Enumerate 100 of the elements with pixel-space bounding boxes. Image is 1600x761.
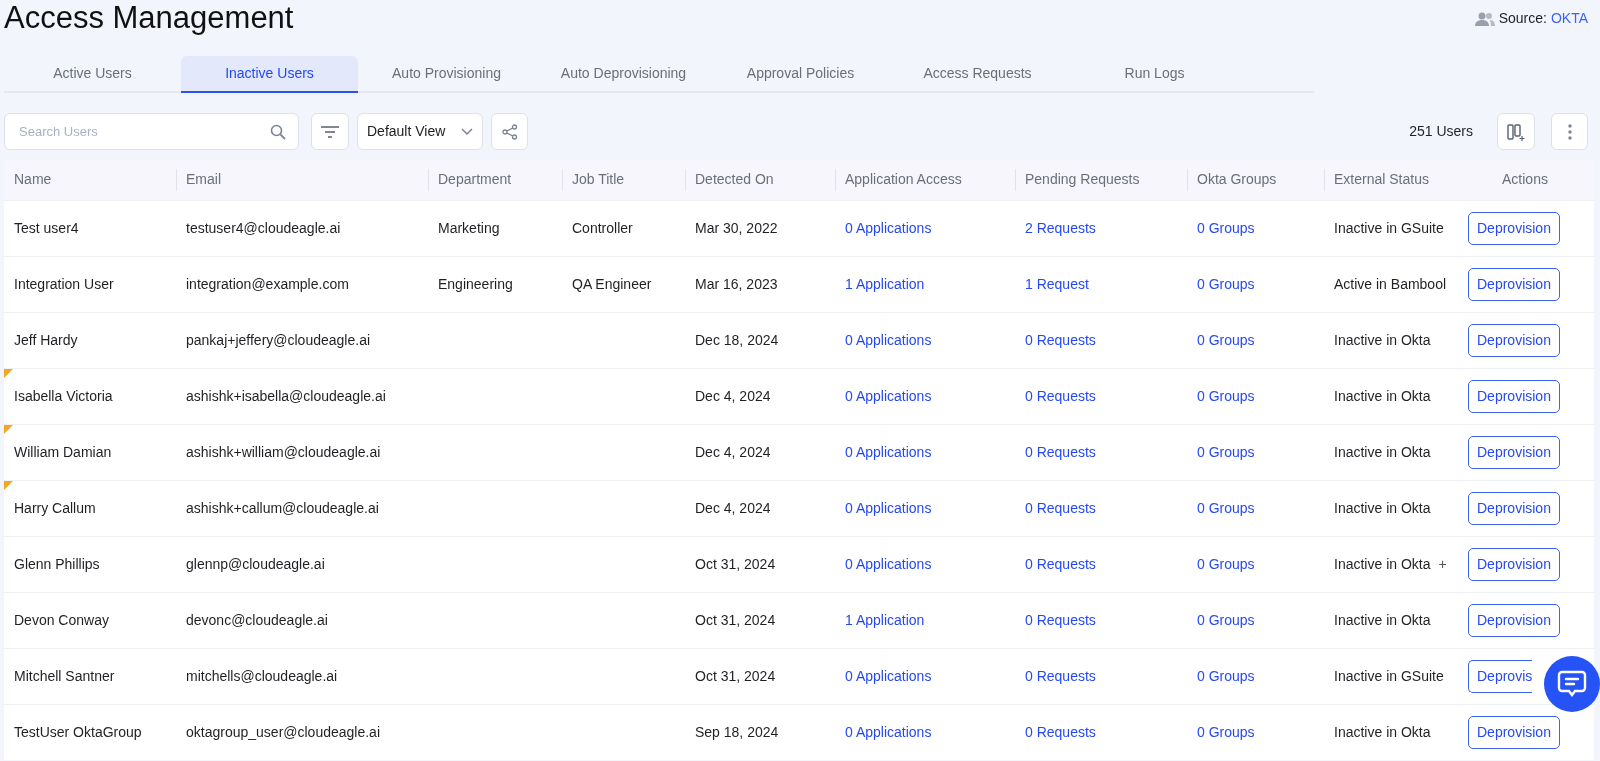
filter-icon [321, 125, 339, 138]
groups-link[interactable]: 0 Groups [1197, 723, 1255, 740]
column-header: External Status [1334, 171, 1429, 188]
applications-link[interactable]: 0 Applications [845, 667, 932, 684]
deprovision-button[interactable]: Deprovision [1468, 547, 1560, 581]
table-cell: Inactive in Okta [1334, 723, 1431, 740]
tab[interactable]: Access Requests [889, 56, 1066, 93]
applications-link[interactable]: 0 Applications [845, 555, 932, 572]
columns-icon [1507, 122, 1525, 141]
tab[interactable]: Approval Policies [712, 56, 889, 93]
more-indicator: + [1438, 555, 1447, 572]
tab[interactable]: Active Users [4, 56, 181, 93]
requests-link[interactable]: 0 Requests [1025, 331, 1096, 348]
applications-link[interactable]: 0 Applications [845, 387, 932, 404]
tab[interactable]: Auto Deprovisioning [535, 56, 712, 93]
deprovision-button[interactable]: Deprovis [1468, 659, 1533, 693]
chat-icon [1557, 669, 1587, 699]
tab[interactable]: Auto Provisioning [358, 56, 535, 93]
column-header: Actions [1502, 171, 1548, 188]
table-cell: Dec 4, 2024 [695, 443, 771, 460]
table-cell: Controller [572, 219, 633, 236]
deprovision-button[interactable]: Deprovision [1468, 491, 1560, 525]
tab[interactable]: Inactive Users [181, 56, 358, 93]
groups-link[interactable]: 0 Groups [1197, 219, 1255, 236]
search-box[interactable]: Search Users [4, 113, 299, 150]
requests-link[interactable]: 0 Requests [1025, 611, 1096, 628]
applications-link[interactable]: 1 Application [845, 611, 925, 628]
table-cell: Oct 31, 2024 [695, 667, 776, 684]
groups-link[interactable]: 0 Groups [1197, 611, 1255, 628]
applications-link[interactable]: 1 Application [845, 275, 925, 292]
column-header: Department [438, 171, 512, 188]
requests-link[interactable]: 0 Requests [1025, 723, 1096, 740]
user-count: 251 Users [1409, 122, 1473, 141]
table-cell: glennp@cloudeagle.ai [186, 555, 325, 572]
requests-link[interactable]: 0 Requests [1025, 499, 1096, 516]
chevron-down-icon [461, 127, 474, 136]
deprovision-button[interactable]: Deprovision [1468, 267, 1560, 301]
more-options-icon [1567, 123, 1572, 140]
table-cell: Inactive in Okta [1334, 443, 1431, 460]
page-title: Access Management [4, 0, 294, 36]
groups-link[interactable]: 0 Groups [1197, 387, 1255, 404]
table-cell: Oct 31, 2024 [695, 555, 776, 572]
groups-link[interactable]: 0 Groups [1197, 275, 1255, 292]
requests-link[interactable]: 0 Requests [1025, 387, 1096, 404]
table-cell: ashishk+isabella@cloudeagle.ai [186, 387, 386, 404]
tab[interactable]: Run Logs [1066, 56, 1243, 93]
groups-link[interactable]: 0 Groups [1197, 443, 1255, 460]
groups-link[interactable]: 0 Groups [1197, 555, 1255, 572]
table-cell: Oct 31, 2024 [695, 611, 776, 628]
share-button[interactable] [491, 113, 529, 150]
view-dropdown[interactable]: Default View [357, 113, 484, 150]
requests-link[interactable]: 0 Requests [1025, 443, 1096, 460]
deprovision-button[interactable]: Deprovision [1468, 603, 1560, 637]
requests-link[interactable]: 0 Requests [1025, 555, 1096, 572]
applications-link[interactable]: 0 Applications [845, 331, 932, 348]
applications-link[interactable]: 0 Applications [845, 499, 932, 516]
table-cell: Inactive in Okta [1334, 499, 1431, 516]
groups-link[interactable]: 0 Groups [1197, 667, 1255, 684]
deprovision-button[interactable]: Deprovision [1468, 435, 1560, 469]
table-cell: Marketing [438, 219, 500, 236]
column-header: Job Title [572, 171, 625, 188]
table-cell: Inactive in GSuite [1334, 219, 1444, 236]
deprovision-button[interactable]: Deprovision [1468, 323, 1560, 357]
table-cell: Jeff Hardy [14, 331, 78, 348]
column-header: Email [186, 171, 221, 188]
table-cell: pankaj+jeffery@cloudeagle.ai [186, 331, 371, 348]
table-cell: ashishk+callum@cloudeagle.ai [186, 499, 379, 516]
share-icon [501, 123, 518, 140]
more-options-button[interactable] [1551, 113, 1588, 150]
table-cell: QA Engineer [572, 275, 652, 292]
table-cell: Engineering [438, 275, 513, 292]
table-cell: Mar 16, 2023 [695, 275, 778, 292]
column-header: Application Access [845, 171, 962, 188]
applications-link[interactable]: 0 Applications [845, 443, 932, 460]
table-cell: Inactive in Okta [1334, 331, 1431, 348]
table-cell: devonc@cloudeagle.ai [186, 611, 328, 628]
source-link[interactable]: OKTA [1550, 8, 1588, 29]
deprovision-button[interactable]: Deprovision [1468, 211, 1560, 245]
source-label: Source: [1498, 9, 1547, 28]
deprovision-button[interactable]: Deprovision [1468, 715, 1560, 749]
table-cell: Inactive in Okta [1334, 611, 1431, 628]
requests-link[interactable]: 2 Requests [1025, 219, 1096, 236]
deprovision-button[interactable]: Deprovision [1468, 379, 1560, 413]
table-cell: Active in Bambool [1334, 275, 1447, 292]
groups-link[interactable]: 0 Groups [1197, 499, 1255, 516]
table-cell: Isabella Victoria [14, 387, 113, 404]
table-cell: Sep 18, 2024 [695, 723, 779, 740]
column-header: Detected On [695, 171, 774, 188]
requests-link[interactable]: 1 Request [1025, 275, 1089, 292]
table-cell: Harry Callum [14, 499, 96, 516]
applications-link[interactable]: 0 Applications [845, 219, 932, 236]
search-icon[interactable] [270, 123, 286, 140]
filter-button[interactable] [311, 113, 349, 150]
column-header: Pending Requests [1025, 171, 1140, 188]
groups-link[interactable]: 0 Groups [1197, 331, 1255, 348]
applications-link[interactable]: 0 Applications [845, 723, 932, 740]
columns-button[interactable] [1497, 113, 1535, 150]
requests-link[interactable]: 0 Requests [1025, 667, 1096, 684]
column-header: Name [14, 171, 52, 188]
table-cell: testuser4@cloudeagle.ai [186, 219, 341, 236]
